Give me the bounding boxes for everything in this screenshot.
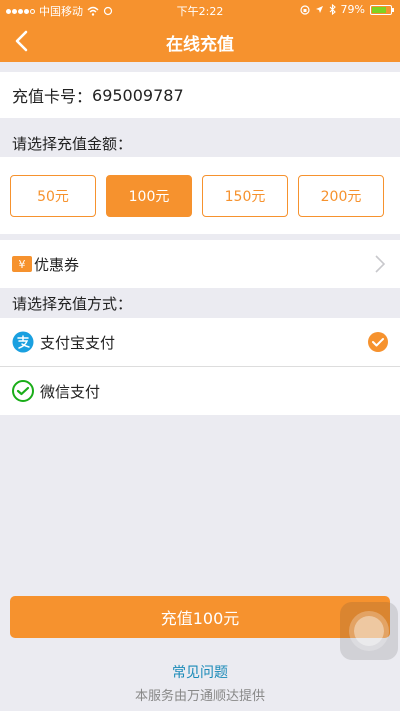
- battery-level: [372, 6, 387, 13]
- amount-options: 50元 100元 150元 200元: [0, 157, 400, 234]
- coupon-icon: ¥: [12, 256, 32, 272]
- battery-percent: 79%: [340, 3, 365, 16]
- chevron-right-icon: [375, 255, 386, 273]
- footer-note: 本服务由万通顺达提供: [134, 689, 265, 704]
- payment-section-label: 请选择充值方式：: [12, 295, 133, 313]
- wechat-pay-icon: [12, 380, 34, 402]
- amount-option-50[interactable]: 50元: [10, 175, 96, 217]
- coupon-row[interactable]: ¥ 优惠券: [0, 240, 400, 288]
- faq-link[interactable]: 常见问题: [0, 662, 400, 682]
- payment-option-wechat[interactable]: 微信支付: [0, 367, 400, 415]
- status-bar: 中国移动 下午2:22 79%: [0, 0, 400, 20]
- submit-recharge-button[interactable]: 充值100元: [10, 596, 390, 638]
- assistive-touch-button[interactable]: [340, 602, 398, 660]
- card-number-label: 充值卡号：: [12, 87, 93, 106]
- amount-option-100[interactable]: 100元: [106, 175, 192, 217]
- amount-section-label: 请选择充值金额：: [12, 135, 133, 153]
- check-circle-icon: [368, 332, 388, 352]
- location-icon: [315, 6, 323, 13]
- alipay-label: 支付宝支付: [40, 333, 116, 352]
- coupon-label: 优惠券: [34, 255, 80, 274]
- payment-option-alipay[interactable]: 支付宝支付: [0, 318, 400, 366]
- amount-option-150[interactable]: 150元: [202, 175, 288, 217]
- status-right: 79%: [299, 3, 394, 16]
- header-bar: 中国移动 下午2:22 79% 在线充值: [0, 0, 400, 62]
- amount-option-200[interactable]: 200元: [298, 175, 384, 217]
- battery-icon: [370, 4, 394, 15]
- wechat-pay-label: 微信支付: [40, 382, 101, 401]
- page-title: 在线充值: [166, 35, 234, 55]
- lock-rotation-icon: [299, 4, 310, 15]
- card-number-row: 充值卡号： 695009787: [0, 72, 400, 118]
- card-number-value: 695009787: [92, 85, 184, 105]
- bluetooth-icon: [329, 4, 336, 15]
- alipay-icon: [12, 331, 34, 353]
